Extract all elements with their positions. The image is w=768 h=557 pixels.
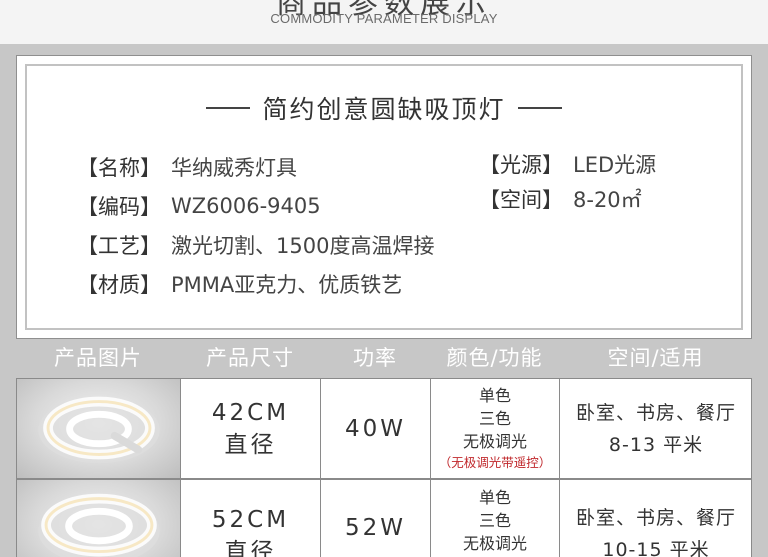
spec-value: 8-20㎡ <box>573 188 642 212</box>
remote-note: （无极调光带遥控） <box>438 455 552 470</box>
space-cell: 卧室、书房、餐厅 8-13 平米 <box>559 379 752 478</box>
card-title: 简约创意圆缺吸顶灯 <box>262 95 506 124</box>
ring-lamp-icon <box>38 493 160 557</box>
spec-name: 【名称】 华纳威秀灯具 <box>77 152 297 182</box>
spec-key: 【空间】 <box>479 188 563 212</box>
spec-value: 华纳威秀灯具 <box>171 156 297 180</box>
spec-code: 【编码】 WZ6006-9405 <box>77 191 321 221</box>
spec-key: 【编码】 <box>77 195 161 219</box>
spec-value: LED光源 <box>573 153 657 177</box>
spec-value: 激光切割、1500度高温焊接 <box>171 234 435 258</box>
size-label: 直径 <box>224 539 277 557</box>
spec-value: WZ6006-9405 <box>171 194 321 218</box>
size-cell: 42CM 直径 <box>180 379 320 478</box>
rooms-text: 卧室、书房、餐厅 <box>575 401 736 424</box>
spec-key: 【工艺】 <box>77 234 161 258</box>
space-cell: 卧室、书房、餐厅 10-15 平米 <box>559 480 752 557</box>
header-image: 产品图片 <box>54 346 142 370</box>
power-cell: 52W <box>320 480 430 557</box>
color-option: 单色 <box>478 488 511 507</box>
title-dash-right <box>517 107 562 109</box>
ring-lamp-icon <box>38 396 160 464</box>
product-photo <box>17 480 180 557</box>
table-header-row: 产品图片 产品尺寸 功率 颜色/功能 空间/适用 <box>0 339 768 378</box>
rooms-text: 卧室、书房、餐厅 <box>575 507 736 529</box>
spec-value: PMMA亚克力、优质铁艺 <box>171 273 403 297</box>
spec-key: 【名称】 <box>77 156 161 180</box>
color-cell: 单色 三色 无极调光 <box>430 480 559 557</box>
spec-card-frame: 简约创意圆缺吸顶灯 【名称】 华纳威秀灯具 【编码】 WZ6006-9405 【… <box>25 64 743 330</box>
spec-card: 简约创意圆缺吸顶灯 【名称】 华纳威秀灯具 【编码】 WZ6006-9405 【… <box>16 55 752 339</box>
size-value: 52CM <box>211 507 290 533</box>
size-value: 42CM <box>211 399 290 426</box>
spec-material: 【材质】 PMMA亚克力、优质铁艺 <box>77 269 402 299</box>
color-option: 单色 <box>478 386 511 405</box>
power-value: 40W <box>344 415 406 442</box>
color-option: 无极调光 <box>462 432 527 451</box>
page-heading-en: COMMODITY PARAMETER DISPLAY <box>270 11 498 26</box>
header-color-function: 颜色/功能 <box>446 346 543 370</box>
power-value: 52W <box>344 515 406 541</box>
spec-light-source: 【光源】 LED光源 <box>479 149 656 179</box>
header-space-use: 空间/适用 <box>607 346 704 370</box>
table-row: 42CM 直径 40W 单色 三色 无极调光 （无极调光带遥控） 卧室、书房、餐… <box>16 378 752 479</box>
title-dash-left <box>206 107 251 109</box>
size-label: 直径 <box>224 431 277 458</box>
table-row: 52CM 直径 52W 单色 三色 无极调光 卧室、书房、餐厅 10-15 平米 <box>16 479 752 557</box>
size-cell: 52CM 直径 <box>180 480 320 557</box>
spec-space: 【空间】 8-20㎡ <box>479 184 642 214</box>
spec-key: 【材质】 <box>77 273 161 297</box>
color-option: 三色 <box>478 409 511 428</box>
color-cell: 单色 三色 无极调光 （无极调光带遥控） <box>430 379 559 478</box>
color-option: 三色 <box>478 511 511 530</box>
power-cell: 40W <box>320 379 430 478</box>
card-title-row: 简约创意圆缺吸顶灯 <box>27 90 741 126</box>
spec-key: 【光源】 <box>479 153 563 177</box>
color-option: 无极调光 <box>462 534 527 553</box>
area-text: 10-15 平米 <box>602 539 710 557</box>
product-photo <box>17 379 180 478</box>
page-header-band: 商品参数展示 COMMODITY PARAMETER DISPLAY <box>0 0 768 44</box>
header-size: 产品尺寸 <box>206 346 294 370</box>
spec-craft: 【工艺】 激光切割、1500度高温焊接 <box>77 230 434 260</box>
header-power: 功率 <box>353 346 397 370</box>
area-text: 8-13 平米 <box>608 433 704 456</box>
